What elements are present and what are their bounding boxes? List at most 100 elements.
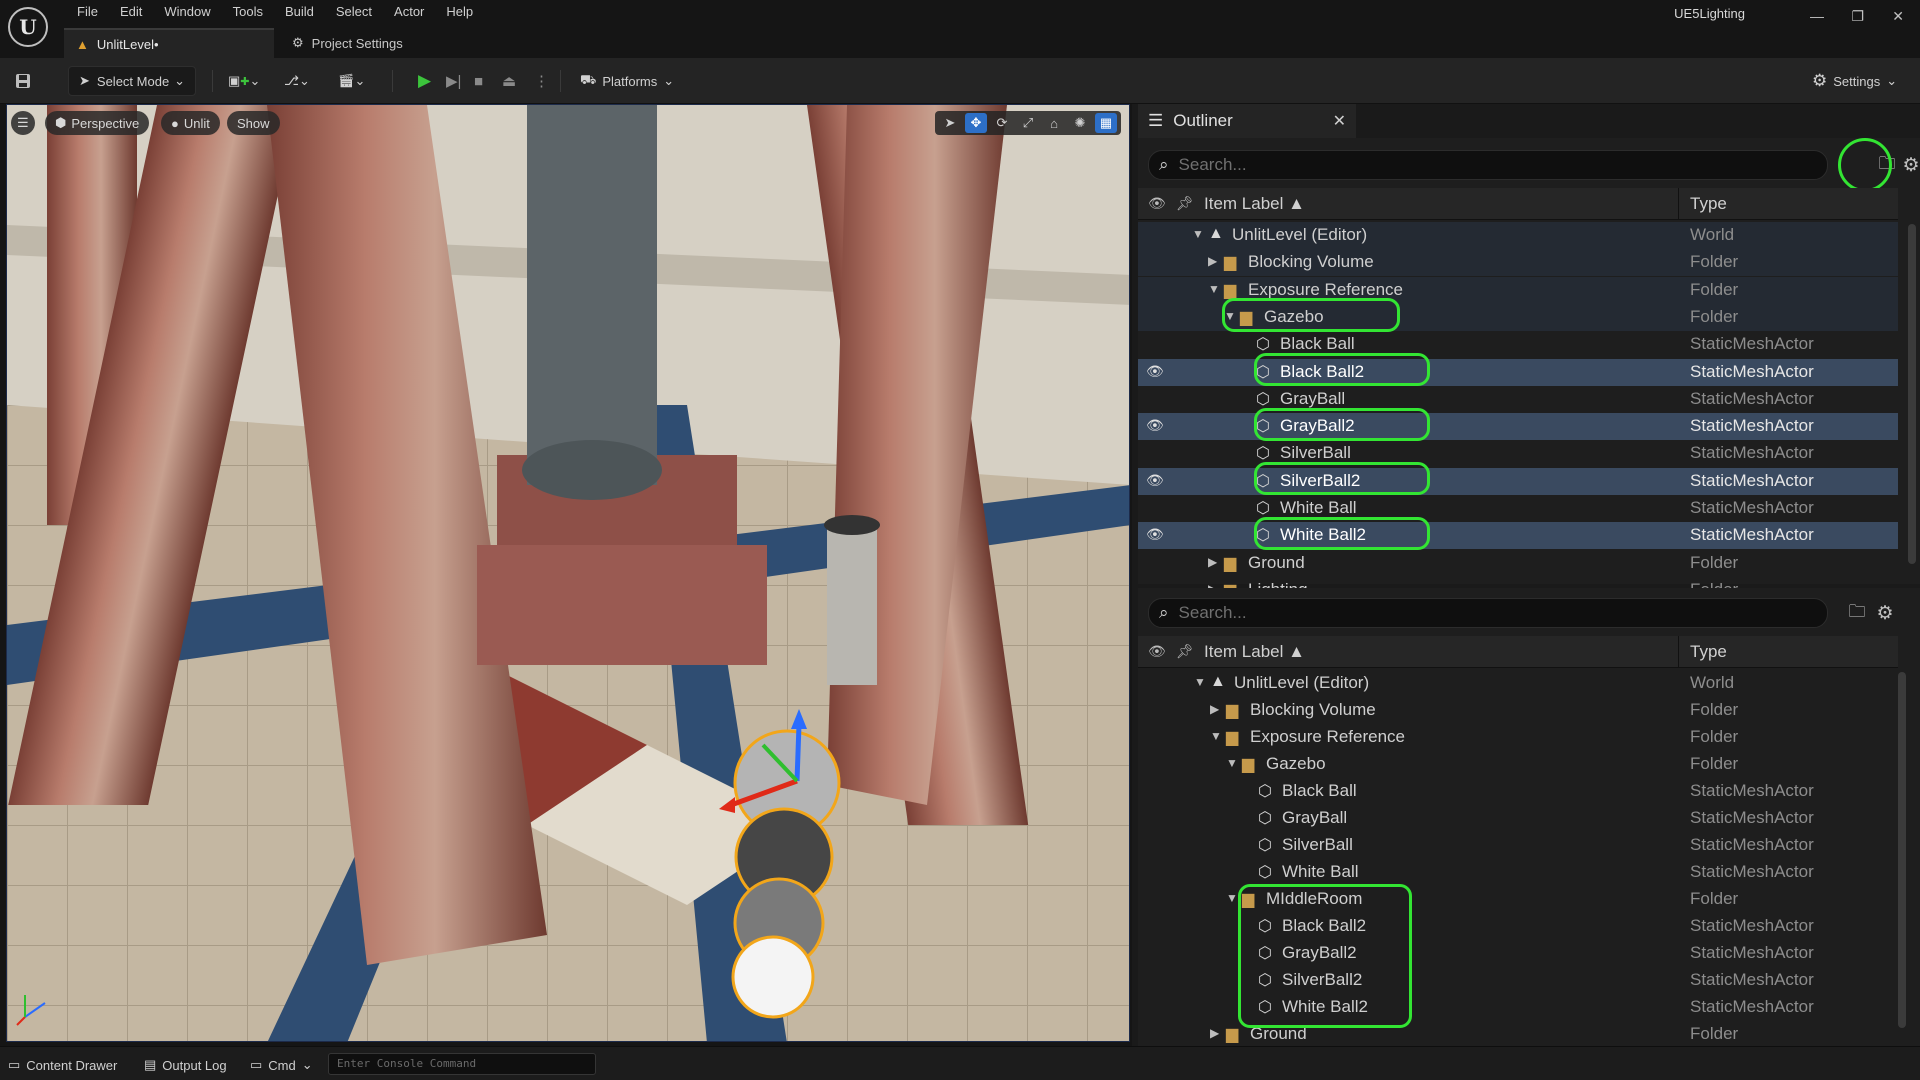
column-item-label[interactable]: Item Label ▲ [1204, 194, 1305, 214]
tree-row-silverball[interactable]: ⬡ SilverBall StaticMeshActor [1138, 832, 1898, 859]
eye-icon[interactable]: 👁︎ [1148, 195, 1166, 212]
tab-unlit-level[interactable]: ▲ UnlitLevel• [64, 28, 274, 58]
close-icon[interactable]: ✕ [1892, 8, 1904, 25]
tree-row-black-ball[interactable]: ⬡ Black Ball StaticMeshActor [1138, 331, 1898, 358]
collapse-arrow-icon[interactable]: ▼ [1210, 729, 1222, 743]
blueprint-button[interactable]: ⎇ ⌄ [284, 66, 310, 96]
menu-edit[interactable]: Edit [109, 2, 153, 21]
scale-tool-icon[interactable]: ⤢ [1017, 113, 1039, 133]
tree-row-gazebo[interactable]: ▼ ▆ Gazebo Folder [1138, 303, 1898, 331]
select-mode-dropdown[interactable]: ➤ Select Mode ⌄ [68, 66, 196, 96]
menu-build[interactable]: Build [274, 2, 325, 21]
tree-row-grayball2[interactable]: 👁︎ ⬡ GrayBall2 StaticMeshActor [1138, 413, 1898, 441]
gear-icon[interactable]: ⚙ [1872, 598, 1898, 628]
menu-select[interactable]: Select [325, 2, 383, 21]
collapse-arrow-icon[interactable]: ▼ [1226, 756, 1238, 770]
console-input[interactable]: Enter Console Command [328, 1053, 596, 1075]
tab-project-settings[interactable]: ⚙ Project Settings [280, 28, 415, 58]
tree-row-silverball2[interactable]: ⬡ SilverBall2 StaticMeshActor [1138, 967, 1898, 994]
tree-row-exposure-reference[interactable]: ▼ ▆ Exposure Reference Folder [1138, 276, 1898, 304]
tree-row-black-ball2[interactable]: ⬡ Black Ball2 StaticMeshActor [1138, 913, 1898, 940]
eye-icon[interactable]: 👁︎ [1146, 417, 1164, 434]
eye-icon[interactable]: 👁︎ [1146, 472, 1164, 489]
scrollbar[interactable] [1898, 672, 1906, 1028]
maximize-icon[interactable]: ❐ [1851, 8, 1864, 25]
tree-row-white-ball2[interactable]: 👁︎ ⬡ White Ball2 StaticMeshActor [1138, 522, 1898, 550]
settings-dropdown[interactable]: ⚙ Settings ⌄ [1812, 66, 1897, 96]
pin-icon[interactable]: 📌︎ [1176, 643, 1194, 660]
add-actor-button[interactable]: ▣ ✚ ⌄ [228, 66, 260, 96]
collapse-arrow-icon[interactable]: ▼ [1224, 309, 1236, 323]
tree-row-unlitlevel-editor[interactable]: ▼ ▲ UnlitLevel (Editor) World [1138, 222, 1898, 249]
advance-frame-button[interactable]: ▶| [446, 66, 461, 96]
eject-button[interactable]: ⏏ [502, 66, 516, 96]
play-button[interactable]: ▶ [418, 66, 431, 96]
tree-row-black-ball[interactable]: ⬡ Black Ball StaticMeshActor [1138, 778, 1898, 805]
expand-arrow-icon[interactable]: ▶ [1208, 254, 1217, 268]
tree-row-white-ball2[interactable]: ⬡ White Ball2 StaticMeshActor [1138, 994, 1898, 1021]
tree-row-blocking-volume[interactable]: ▶ ▆ Blocking Volume Folder [1138, 697, 1898, 724]
eye-icon[interactable]: 👁︎ [1148, 643, 1166, 660]
collapse-arrow-icon[interactable]: ▼ [1208, 282, 1220, 296]
tree-row-white-ball[interactable]: ⬡ White Ball StaticMeshActor [1138, 859, 1898, 886]
tree-row-ground[interactable]: ▶ ▆ Ground Folder [1138, 1021, 1898, 1048]
level-viewport[interactable]: ☰ ⬢ Perspective ● Unlit Show ➤ ✥ ⟳ ⤢ ⌂ ✺… [6, 104, 1130, 1042]
pin-icon[interactable]: 📌︎ [1176, 195, 1194, 212]
expand-arrow-icon[interactable]: ▶ [1210, 702, 1219, 716]
viewport-menu-button[interactable]: ☰ [11, 111, 35, 135]
platforms-dropdown[interactable]: ⛟ Platforms ⌄ [580, 66, 674, 96]
column-type[interactable]: Type [1690, 642, 1727, 662]
add-folder-icon[interactable]: 🗀︎ [1842, 598, 1872, 628]
expand-arrow-icon[interactable]: ▶ [1208, 555, 1217, 569]
tree-row-ground[interactable]: ▶ ▆ Ground Folder [1138, 550, 1898, 577]
rotate-tool-icon[interactable]: ⟳ [991, 113, 1013, 133]
tree-row-silverball[interactable]: ⬡ SilverBall StaticMeshActor [1138, 440, 1898, 467]
cmd-dropdown[interactable]: ▭ Cmd ⌄ [250, 1055, 313, 1075]
play-options-button[interactable]: ⋮ [534, 66, 549, 96]
scrollbar[interactable] [1908, 224, 1916, 564]
output-log-button[interactable]: ▤ Output Log [144, 1055, 227, 1075]
view-mode-button[interactable]: ● Unlit [161, 111, 220, 135]
outliner-tab[interactable]: ☰ Outliner ✕ [1138, 104, 1356, 138]
collapse-arrow-icon[interactable]: ▼ [1194, 675, 1206, 689]
menu-actor[interactable]: Actor [383, 2, 435, 21]
tree-row-silverball2[interactable]: 👁︎ ⬡ SilverBall2 StaticMeshActor [1138, 467, 1898, 495]
select-tool-icon[interactable]: ➤ [939, 113, 961, 133]
menu-tools[interactable]: Tools [222, 2, 274, 21]
search-input[interactable]: ⌕ Search... [1148, 598, 1828, 628]
unreal-logo-icon[interactable]: U [8, 7, 48, 47]
surface-snap-icon[interactable]: ⌂ [1043, 113, 1065, 133]
stop-button[interactable]: ■ [474, 66, 483, 96]
eye-icon[interactable]: 👁︎ [1146, 363, 1164, 380]
menu-file[interactable]: File [66, 2, 109, 21]
content-drawer-button[interactable]: ▭ Content Drawer [8, 1055, 117, 1075]
minimize-icon[interactable]: — [1810, 8, 1824, 24]
collapse-arrow-icon[interactable]: ▼ [1192, 227, 1204, 241]
grid-snap-icon[interactable]: ▦ [1095, 113, 1117, 133]
menu-window[interactable]: Window [153, 2, 221, 21]
column-type[interactable]: Type [1690, 194, 1727, 214]
tree-row-gazebo[interactable]: ▼ ▆ Gazebo Folder [1138, 751, 1898, 778]
tree-row-grayball[interactable]: ⬡ GrayBall StaticMeshActor [1138, 805, 1898, 832]
menu-help[interactable]: Help [435, 2, 484, 21]
tree-row-blocking-volume[interactable]: ▶ ▆ Blocking Volume Folder [1138, 249, 1898, 277]
translate-tool-icon[interactable]: ✥ [965, 113, 987, 133]
tree-row-grayball[interactable]: ⬡ GrayBall StaticMeshActor [1138, 386, 1898, 413]
gear-icon[interactable]: ⚙ [1898, 150, 1920, 180]
expand-arrow-icon[interactable]: ▶ [1210, 1026, 1219, 1040]
eye-icon[interactable]: 👁︎ [1146, 526, 1164, 543]
world-local-icon[interactable]: ✺ [1069, 113, 1091, 133]
column-item-label[interactable]: Item Label ▲ [1204, 642, 1305, 662]
tree-row-black-ball2[interactable]: 👁︎ ⬡ Black Ball2 StaticMeshActor [1138, 358, 1898, 386]
collapse-arrow-icon[interactable]: ▼ [1226, 891, 1238, 905]
tree-row-middleroom[interactable]: ▼ ▆ MIddleRoom Folder [1138, 886, 1898, 913]
tree-row-grayball2[interactable]: ⬡ GrayBall2 StaticMeshActor [1138, 940, 1898, 967]
close-icon[interactable]: ✕ [1333, 111, 1346, 131]
search-input[interactable]: ⌕ Search... [1148, 150, 1828, 180]
tree-row-unlitlevel-editor[interactable]: ▼ ▲ UnlitLevel (Editor) World [1138, 670, 1898, 697]
cinematics-button[interactable]: 🎬︎ ⌄ [338, 66, 365, 96]
save-icon[interactable] [14, 66, 32, 96]
perspective-button[interactable]: ⬢ Perspective [45, 111, 150, 135]
show-button[interactable]: Show [227, 111, 280, 135]
tree-row-exposure-reference[interactable]: ▼ ▆ Exposure Reference Folder [1138, 724, 1898, 751]
